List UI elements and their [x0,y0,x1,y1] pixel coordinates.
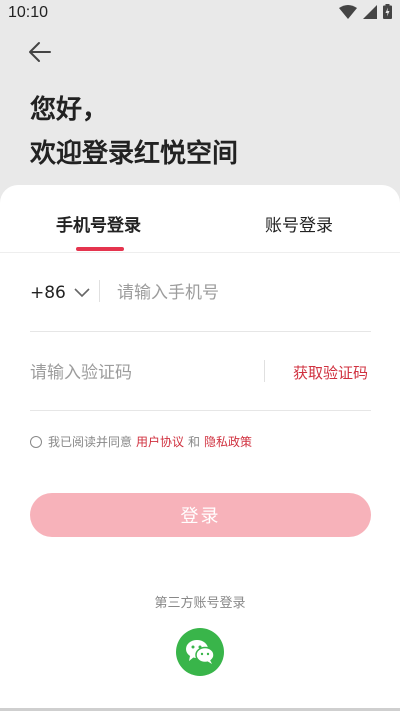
login-tabs: 手机号登录 账号登录 [0,185,400,253]
login-sheet: 手机号登录 账号登录 +86 获取验证码 我已阅读并同意 用户协议 和 隐私政策… [0,185,400,711]
wifi-icon [339,4,357,19]
user-agreement-link[interactable]: 用户协议 [136,433,184,450]
agreement-prefix: 我已阅读并同意 [48,435,133,449]
status-icons [339,4,392,19]
chevron-down-icon [74,288,90,298]
third-party-login-label: 第三方账号登录 [154,596,246,611]
divider [30,410,371,411]
back-button[interactable] [26,38,54,66]
wechat-login-button[interactable] [176,628,224,676]
status-bar: 10:10 [0,0,400,27]
verification-code-input[interactable] [30,357,250,389]
agreement-row: 我已阅读并同意 用户协议 和 隐私政策 [30,433,256,450]
divider [99,280,100,302]
tab-account-login[interactable]: 账号登录 [265,211,333,236]
signal-icon [363,4,377,19]
login-button[interactable]: 登录 [30,493,371,537]
greeting-line-1: 您好， [30,95,109,125]
greeting: 您好， 欢迎登录红悦空间 [30,88,238,176]
country-code-value: +86 [30,283,66,303]
get-code-button[interactable]: 获取验证码 [293,362,368,383]
divider [264,360,265,382]
arrow-left-icon [29,42,51,62]
agreement-and: 和 [188,435,201,449]
country-code-selector[interactable]: +86 [30,283,90,303]
divider [30,331,371,332]
tab-phone-login[interactable]: 手机号登录 [56,211,141,236]
battery-icon [383,4,392,19]
wechat-icon [186,640,215,664]
status-time: 10:10 [8,4,49,21]
greeting-line-2: 欢迎登录红悦空间 [30,139,239,169]
agreement-radio[interactable] [30,435,42,448]
phone-input[interactable] [117,277,367,309]
active-tab-indicator [76,247,124,251]
privacy-policy-link[interactable]: 隐私政策 [204,433,252,450]
